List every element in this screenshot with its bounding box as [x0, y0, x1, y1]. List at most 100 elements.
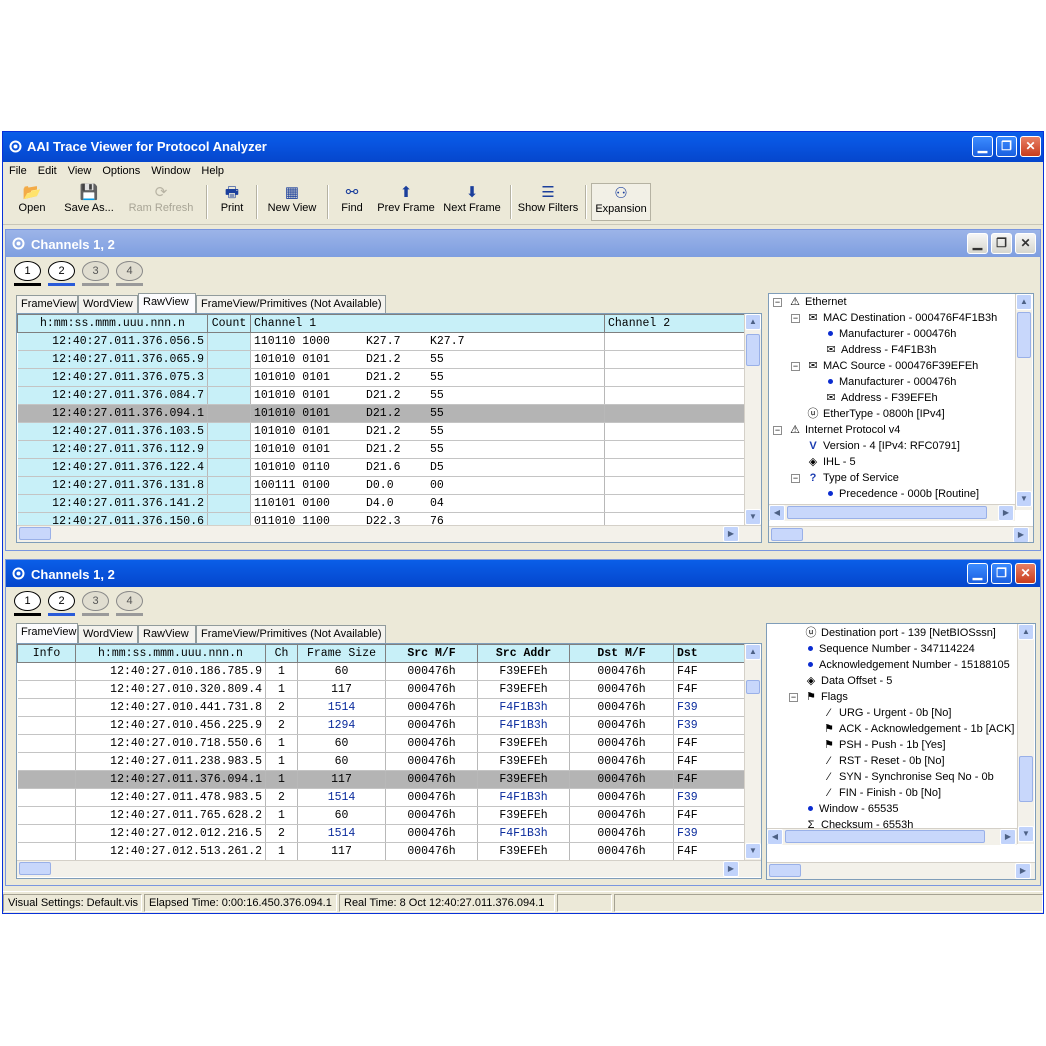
- tab-wordview[interactable]: WordView: [78, 295, 138, 313]
- tab-frameview-primitives[interactable]: FrameView/Primitives (Not Available): [196, 295, 386, 313]
- child-restore-button[interactable]: ❐: [991, 563, 1012, 584]
- find-button[interactable]: ⚯ Find: [335, 183, 369, 221]
- table-row[interactable]: 12:40:27.011.376.112.9 101010 0101 D21.2 55: [17, 440, 745, 459]
- tab-frameview[interactable]: FrameView: [16, 295, 78, 313]
- channel-3-toggle[interactable]: 3: [82, 591, 109, 611]
- table-row[interactable]: 12:40:27.011.376.103.5 101010 0101 D21.2 55: [17, 422, 745, 441]
- column-header-timestamp[interactable]: h:mm:ss.mmm.uuu.nnn.n: [75, 644, 266, 663]
- frame-horizontal-scrollbar[interactable]: ▶: [17, 860, 761, 877]
- prev-frame-button[interactable]: ⬆ Prev Frame: [375, 183, 437, 221]
- expansion-button[interactable]: ⚇ Expansion: [591, 183, 651, 221]
- print-button[interactable]: 🖶 Print: [215, 183, 249, 221]
- tree-node[interactable]: − ✉ MAC Source - 000476F39EFEh: [791, 358, 978, 374]
- tree-horizontal-scrollbar[interactable]: ◀ ▶: [769, 504, 1015, 521]
- expand-collapse-toggle[interactable]: −: [791, 314, 800, 323]
- child-close-button[interactable]: ✕: [1015, 563, 1036, 584]
- tree-node[interactable]: Manufacturer - 000476h: [823, 374, 956, 390]
- scroll-thumb[interactable]: [785, 830, 985, 843]
- tree-node[interactable]: − ✉ MAC Destination - 000476F4F1B3h: [791, 310, 997, 326]
- close-button[interactable]: ✕: [1020, 136, 1041, 157]
- tree-pane-scrollbar[interactable]: ▶: [769, 526, 1033, 542]
- menu-options[interactable]: Options: [96, 162, 145, 179]
- scroll-thumb[interactable]: [771, 528, 803, 541]
- tree-node[interactable]: ✉ Address - F4F1B3h: [823, 342, 936, 358]
- table-row[interactable]: 12:40:27.011.376.065.9 101010 0101 D21.2 55: [17, 350, 745, 369]
- scroll-up-arrow[interactable]: ▲: [745, 314, 761, 330]
- table-row[interactable]: 12:40:27.011.376.084.7 101010 0101 D21.2 55: [17, 386, 745, 405]
- expand-collapse-toggle[interactable]: −: [789, 693, 798, 702]
- column-header-info[interactable]: Info: [17, 644, 76, 663]
- scroll-thumb[interactable]: [19, 527, 51, 540]
- channel-1-toggle[interactable]: 1: [14, 591, 41, 611]
- tree-node[interactable]: V Version - 4 [IPv4: RFC0791]: [805, 438, 960, 454]
- table-row[interactable]: 12:40:27.011.376.075.3 101010 0101 D21.2 55: [17, 368, 745, 387]
- tree-node[interactable]: ✉ Address - F39EFEh: [823, 390, 937, 406]
- table-row[interactable]: 12:40:27.011.376.122.4 101010 0110 D21.6 D5: [17, 458, 745, 477]
- scroll-right-arrow[interactable]: ▶: [1000, 829, 1016, 845]
- child-minimize-button[interactable]: ▁: [967, 233, 988, 254]
- tab-rawview[interactable]: RawView: [138, 293, 196, 313]
- menu-edit[interactable]: Edit: [32, 162, 62, 179]
- tree-node[interactable]: ⚑ PSH - Push - 1b [Yes]: [821, 737, 946, 753]
- column-header-channel-1[interactable]: Channel 1: [250, 314, 605, 333]
- table-row[interactable]: 12:40:27.011.765.628.2 1 60 000476h F39EFEh 0…: [17, 806, 745, 825]
- tree-node[interactable]: ◈ IHL - 5: [805, 454, 856, 470]
- table-row[interactable]: 12:40:27.011.376.056.5 110110 1000 K27.7 K2…: [17, 332, 745, 351]
- expand-collapse-toggle[interactable]: −: [791, 474, 800, 483]
- scroll-thumb[interactable]: [769, 864, 801, 877]
- tree-node[interactable]: Manufacturer - 000476h: [823, 326, 956, 342]
- scroll-right-arrow[interactable]: ▶: [1013, 527, 1029, 542]
- tree-node[interactable]: Precedence - 000b [Routine]: [823, 486, 979, 502]
- column-header-channel[interactable]: Ch: [265, 644, 298, 663]
- tree-vertical-scrollbar[interactable]: ▲ ▼: [1015, 294, 1032, 510]
- scroll-left-arrow[interactable]: ◀: [769, 505, 785, 521]
- raw-data-grid[interactable]: h:mm:ss.mmm.uuu.nnn.n Count Channel 1 Ch…: [16, 313, 762, 543]
- menu-help[interactable]: Help: [195, 162, 229, 179]
- tree-pane-scrollbar[interactable]: ▶: [767, 862, 1035, 879]
- child-restore-button[interactable]: ❐: [991, 233, 1012, 254]
- column-header-src-addr[interactable]: Src Addr: [477, 644, 570, 663]
- column-header-frame-size[interactable]: Frame Size: [297, 644, 386, 663]
- tree-node[interactable]: Window - 65535: [803, 801, 899, 817]
- table-row[interactable]: 12:40:27.012.513.261.2 1 117 000476h F39EFEh…: [17, 842, 745, 861]
- tree-node[interactable]: ⚑ ACK - Acknowledgement - 1b [ACK]: [821, 721, 1014, 737]
- tree-node[interactable]: ⁄ RST - Reset - 0b [No]: [821, 753, 944, 769]
- scroll-thumb[interactable]: [787, 506, 987, 519]
- frame-vertical-scrollbar[interactable]: ▲ ▼: [744, 644, 761, 860]
- table-row[interactable]: 12:40:27.011.478.983.5 2 1514 000476h F4F1B3…: [17, 788, 745, 807]
- scroll-left-arrow[interactable]: ◀: [767, 829, 783, 845]
- child-minimize-button[interactable]: ▁: [967, 563, 988, 584]
- table-row[interactable]: 12:40:27.010.320.809.4 1 117 000476h F39EFEh…: [17, 680, 745, 699]
- tree-node[interactable]: − ⚑ Flags: [789, 689, 848, 705]
- channel-2-toggle[interactable]: 2: [48, 261, 75, 281]
- table-row[interactable]: 12:40:27.011.376.094.1 1 117 000476h F39EFEh…: [17, 770, 745, 789]
- tree-node[interactable]: ⁄ SYN - Synchronise Seq No - 0b: [821, 769, 994, 785]
- scroll-thumb[interactable]: [746, 680, 760, 694]
- raw-horizontal-scrollbar[interactable]: ▶: [17, 525, 761, 542]
- menu-file[interactable]: File: [3, 162, 32, 179]
- scroll-thumb[interactable]: [19, 862, 51, 875]
- column-header-dst-mf[interactable]: Dst M/F: [569, 644, 674, 663]
- channel-4-toggle[interactable]: 4: [116, 591, 143, 611]
- tree-node[interactable]: ⓤ EtherType - 0800h [IPv4]: [805, 406, 945, 422]
- tree-node[interactable]: Sequence Number - 347114224: [803, 641, 975, 657]
- scroll-down-arrow[interactable]: ▼: [745, 843, 761, 859]
- table-row[interactable]: 12:40:27.010.456.225.9 2 1294 000476h F4F1B3…: [17, 716, 745, 735]
- scroll-up-arrow[interactable]: ▲: [745, 644, 761, 660]
- tree-node[interactable]: − ⚠ Internet Protocol v4: [773, 422, 900, 438]
- scroll-right-arrow[interactable]: ▶: [1015, 863, 1031, 879]
- channel-3-toggle[interactable]: 3: [82, 261, 109, 281]
- channel-1-toggle[interactable]: 1: [14, 261, 41, 281]
- table-row[interactable]: 12:40:27.011.238.983.5 1 60 000476h F39EFEh 0…: [17, 752, 745, 771]
- column-header-count[interactable]: Count: [207, 314, 251, 333]
- tree-vertical-scrollbar[interactable]: ▲ ▼: [1017, 624, 1034, 844]
- tree-node[interactable]: ⓤ Destination port - 139 [NetBIOSssn]: [803, 625, 996, 641]
- open-button[interactable]: 📂 Open: [13, 183, 51, 221]
- tree-node[interactable]: ⁄ URG - Urgent - 0b [No]: [821, 705, 951, 721]
- protocol-decode-tree[interactable]: ⓤ Destination port - 139 [NetBIOSssn] Sequ…: [766, 623, 1036, 880]
- tree-node[interactable]: ◈ Data Offset - 5: [803, 673, 893, 689]
- expand-collapse-toggle[interactable]: −: [791, 362, 800, 371]
- expand-collapse-toggle[interactable]: −: [773, 298, 782, 307]
- tree-horizontal-scrollbar[interactable]: ◀ ▶: [767, 828, 1017, 845]
- raw-vertical-scrollbar[interactable]: ▲ ▼: [744, 314, 761, 526]
